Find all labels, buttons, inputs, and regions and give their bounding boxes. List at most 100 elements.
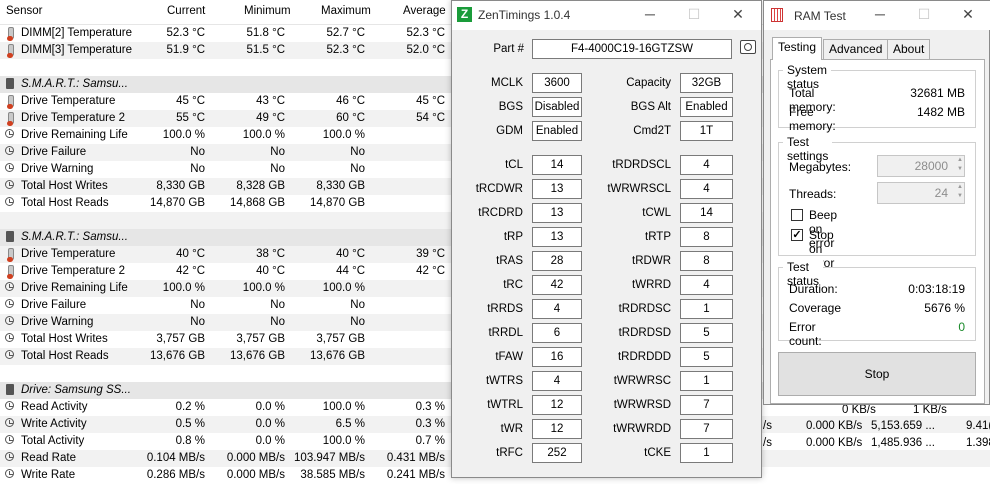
maximize-button[interactable]: ☐ (902, 1, 946, 30)
spin-down-icon[interactable]: ▼ (957, 193, 963, 199)
average-value: 0.431 MB/s (386, 452, 445, 464)
twrwrdd-value[interactable]: 7 (680, 419, 733, 439)
trcdrd-value[interactable]: 13 (532, 203, 582, 223)
megabytes-spinner[interactable]: 28000 ▲ ▼ (877, 155, 965, 177)
current-value: 51.9 °C (166, 44, 205, 56)
zentimings-title: ZenTimings 1.0.4 (478, 8, 571, 22)
tab-advanced[interactable]: Advanced (823, 39, 889, 59)
twtrl-value[interactable]: 12 (532, 395, 582, 415)
clock-icon (5, 452, 14, 461)
twtrs-label: tWTRS (485, 375, 523, 387)
twrwrsc-value[interactable]: 1 (680, 371, 733, 391)
minimum-value: 8,328 GB (236, 180, 285, 192)
minimize-button[interactable]: ─ (858, 1, 902, 30)
trtp-value[interactable]: 8 (680, 227, 733, 247)
disk-icon (6, 231, 14, 242)
trdrdscl-label: tRDRDSCL (612, 159, 671, 171)
bgs-value[interactable]: Disabled (532, 97, 582, 117)
trc-value[interactable]: 42 (532, 275, 582, 295)
trdrdsc-label: tRDRDSC (618, 303, 671, 315)
trdrddd-value[interactable]: 5 (680, 347, 733, 367)
current-value: 0.104 MB/s (146, 452, 205, 464)
tras-value[interactable]: 28 (532, 251, 582, 271)
current-value: 100.0 % (162, 129, 205, 141)
close-button[interactable]: ✕ (716, 1, 760, 30)
trp-value[interactable]: 13 (532, 227, 582, 247)
twrwrdd-label: tWRWRDD (613, 423, 671, 435)
current-value: 52.3 °C (166, 27, 205, 39)
twrwrsd-value[interactable]: 7 (680, 395, 733, 415)
header-average[interactable]: Average (403, 5, 446, 17)
header-minimum[interactable]: Minimum (244, 5, 291, 17)
spin-up-icon[interactable]: ▲ (957, 184, 963, 190)
maximum-value: 6.5 % (335, 418, 365, 430)
maximum-value: 100.0 % (322, 401, 365, 413)
maximize-button[interactable]: ☐ (672, 1, 716, 30)
trdwr-value[interactable]: 8 (680, 251, 733, 271)
clock-icon (5, 469, 14, 478)
sensor-name: S.M.A.R.T.: Samsu... (21, 78, 128, 90)
tab-about[interactable]: About (887, 39, 931, 59)
ramtest-titlebar[interactable]: RAM Test ─ ☐ ✕ (764, 1, 990, 30)
header-maximum[interactable]: Maximum (321, 5, 371, 17)
spin-up-icon[interactable]: ▲ (957, 157, 963, 163)
trdrdsc-value[interactable]: 1 (680, 299, 733, 319)
offscreen-sensor-value: 1 KB/s (913, 404, 947, 416)
minimum-value: 14,868 GB (230, 197, 285, 209)
trc-label: tRC (503, 279, 523, 291)
trdrddd-label: tRDRDDD (617, 351, 671, 363)
zentimings-window: Z ZenTimings 1.0.4 ─ ☐ ✕ Part # F4-4000C… (451, 0, 762, 478)
trdrdsd-value[interactable]: 5 (680, 323, 733, 343)
trdrdscl-value[interactable]: 4 (680, 155, 733, 175)
beep-on-error-checkbox[interactable] (791, 209, 803, 221)
current-value: 100.0 % (162, 282, 205, 294)
trcdwr-label: tRCDWR (475, 183, 523, 195)
minimum-value: 0.0 % (255, 418, 285, 430)
minimum-value: 3,757 GB (236, 333, 285, 345)
bgs-alt-value[interactable]: Enabled (680, 97, 733, 117)
header-current[interactable]: Current (167, 5, 205, 17)
trfc-value[interactable]: 252 (532, 443, 582, 463)
stop-on-error-checkbox[interactable]: ✓ (791, 229, 803, 241)
zentimings-titlebar[interactable]: Z ZenTimings 1.0.4 ─ ☐ ✕ (452, 1, 761, 30)
coverage-label: Coverage (789, 301, 842, 315)
maximum-value: 14,870 GB (310, 197, 365, 209)
tab-testing[interactable]: Testing (772, 37, 823, 60)
close-button[interactable]: ✕ (946, 1, 990, 30)
trcdwr-value[interactable]: 13 (532, 179, 582, 199)
header-sensor[interactable]: Sensor (6, 5, 42, 17)
current-value: 14,870 GB (150, 197, 205, 209)
tfaw-label: tFAW (495, 351, 523, 363)
tcwl-value[interactable]: 14 (680, 203, 733, 223)
trrds-value[interactable]: 4 (532, 299, 582, 319)
cmd2t-value[interactable]: 1T (680, 121, 733, 141)
trrdl-value[interactable]: 6 (532, 323, 582, 343)
total-memory-value: 32681 MB (910, 86, 965, 100)
part-number-field[interactable]: F4-4000C19-16GTZSW (532, 39, 732, 59)
threads-spinner[interactable]: 24 ▲ ▼ (877, 182, 965, 204)
current-value: 0.8 % (175, 435, 205, 447)
gdm-value[interactable]: Enabled (532, 121, 582, 141)
maximum-value: 44 °C (336, 265, 365, 277)
sensor-name: Drive Failure (21, 299, 87, 311)
ramtest-title: RAM Test (794, 9, 846, 23)
stop-button[interactable]: Stop (778, 352, 976, 396)
maximum-value: 46 °C (336, 95, 365, 107)
minimize-button[interactable]: ─ (628, 1, 672, 30)
average-value: 42 °C (416, 265, 445, 277)
clock-icon (5, 180, 14, 189)
tcwl-label: tCWL (642, 207, 671, 219)
minimum-value: 100.0 % (242, 282, 285, 294)
twrrd-value[interactable]: 4 (680, 275, 733, 295)
twr-value[interactable]: 12 (532, 419, 582, 439)
tcl-value[interactable]: 14 (532, 155, 582, 175)
spin-down-icon[interactable]: ▼ (957, 166, 963, 172)
twrwrscl-value[interactable]: 4 (680, 179, 733, 199)
screenshot-icon[interactable] (740, 40, 756, 54)
clock-icon (5, 282, 14, 291)
mclk-value[interactable]: 3600 (532, 73, 582, 93)
capacity-value[interactable]: 32GB (680, 73, 733, 93)
tcke-value[interactable]: 1 (680, 443, 733, 463)
twtrs-value[interactable]: 4 (532, 371, 582, 391)
tfaw-value[interactable]: 16 (532, 347, 582, 367)
